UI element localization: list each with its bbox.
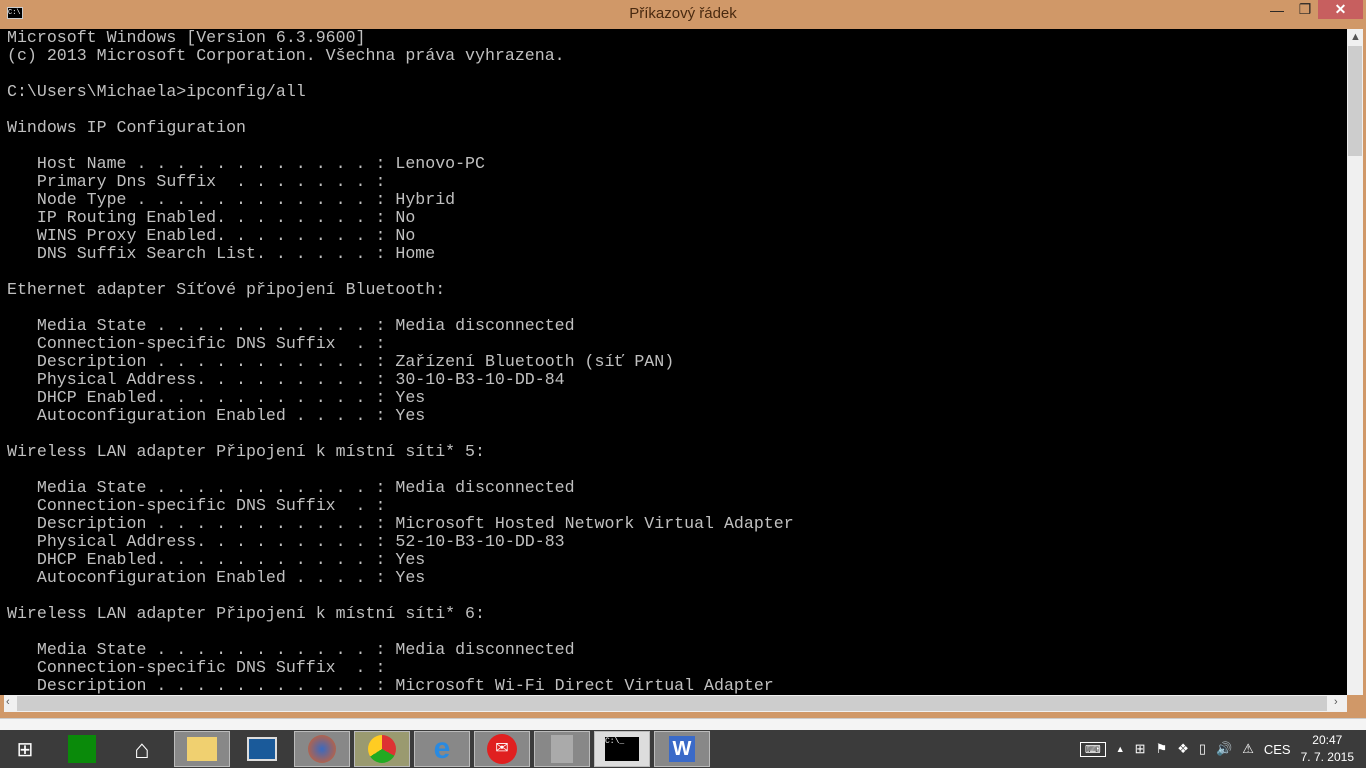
clock[interactable]: 20:47 7. 7. 2015 [1301, 732, 1354, 766]
start-button[interactable]: ⊞ [0, 731, 50, 767]
store-icon [68, 735, 96, 763]
folder-icon [187, 737, 217, 761]
clock-time: 20:47 [1312, 733, 1343, 747]
console-line: Ethernet adapter Síťové připojení Blueto… [7, 280, 446, 299]
horizontal-scroll-thumb[interactable] [17, 696, 1327, 711]
console-line: Description . . . . . . . . . . . : Micr… [7, 514, 794, 533]
network-warning-icon[interactable]: ⚠ [1242, 741, 1254, 757]
system-tray: ⌨ ▲ ⊞ ⚑ ❖ ▯ 🔊 ⚠ CES 20:47 7. 7. 2015 [1079, 730, 1366, 768]
scroll-left-icon[interactable]: ‹ [6, 696, 10, 708]
console-line: Connection-specific DNS Suffix . : [7, 658, 386, 677]
clock-date: 7. 7. 2015 [1300, 750, 1354, 764]
taskbar-lenovo[interactable] [234, 731, 290, 767]
console-line: Description . . . . . . . . . . . : Zaří… [7, 352, 675, 371]
computer-tower-icon [551, 735, 573, 763]
console-line: DHCP Enabled. . . . . . . . . . . : Yes [7, 388, 426, 407]
ie-icon: e [433, 732, 451, 765]
title-bar[interactable]: C:\ Příkazový řádek — ❐ ✕ [0, 0, 1366, 28]
taskbar-command-prompt[interactable]: C:\_ [594, 731, 650, 767]
scroll-up-icon[interactable]: ▲ [1350, 31, 1361, 43]
dropbox-icon[interactable]: ❖ [1177, 741, 1189, 757]
volume-icon[interactable]: 🔊 [1216, 741, 1232, 757]
vertical-scroll-thumb[interactable] [1348, 46, 1362, 156]
console-line: Media State . . . . . . . . . . . : Medi… [7, 316, 575, 335]
horizontal-scrollbar[interactable]: ‹ › [4, 695, 1347, 712]
console-line: Windows IP Configuration [7, 118, 246, 137]
firefox-icon [308, 735, 336, 763]
console-line: Connection-specific DNS Suffix . : [7, 334, 386, 353]
console-line: Description . . . . . . . . . . . : Micr… [7, 676, 774, 695]
console-line: Wireless LAN adapter Připojení k místní … [7, 604, 485, 623]
command-prompt-window: C:\ Příkazový řádek — ❐ ✕ Microsoft Wind… [0, 0, 1366, 718]
windows-icon[interactable]: ⊞ [1135, 741, 1146, 757]
cmd-icon: C:\_ [605, 737, 639, 761]
taskbar-file-explorer[interactable] [174, 731, 230, 767]
vertical-scrollbar[interactable]: ▲ [1347, 29, 1363, 695]
console-line: Primary Dns Suffix . . . . . . . : [7, 172, 386, 191]
minimize-button[interactable]: — [1262, 0, 1292, 19]
console-line: DHCP Enabled. . . . . . . . . . . : Yes [7, 550, 426, 569]
word-icon: W [669, 736, 695, 762]
taskbar-word[interactable]: W [654, 731, 710, 767]
console-line: (c) 2013 Microsoft Corporation. Všechna … [7, 46, 565, 65]
taskbar-internet-explorer[interactable]: e [414, 731, 470, 767]
console-line: Connection-specific DNS Suffix . : [7, 496, 386, 515]
window-title: Příkazový řádek [629, 5, 737, 22]
console-line: IP Routing Enabled. . . . . . . . : No [7, 208, 416, 227]
console-line: Physical Address. . . . . . . . . : 30-1… [7, 370, 565, 389]
maximize-button[interactable]: ❐ [1290, 0, 1320, 19]
console-line: Node Type . . . . . . . . . . . . : Hybr… [7, 190, 456, 209]
taskbar-device-manager[interactable] [534, 731, 590, 767]
taskbar-home[interactable]: ⌂ [114, 731, 170, 767]
scroll-right-icon[interactable]: › [1334, 696, 1338, 708]
background-window [0, 718, 1366, 730]
console-line: Host Name . . . . . . . . . . . . : Leno… [7, 154, 485, 173]
taskbar-chrome[interactable] [354, 731, 410, 767]
battery-icon[interactable]: ▯ [1199, 741, 1206, 757]
taskbar-store[interactable] [54, 731, 110, 767]
console-line: Microsoft Windows [Version 6.3.9600] [7, 29, 366, 47]
home-icon: ⌂ [134, 733, 150, 764]
console-line: DNS Suffix Search List. . . . . . : Home [7, 244, 436, 263]
mail-icon: ✉ [487, 734, 517, 764]
console-line: C:\Users\Michaela>ipconfig/all [7, 82, 306, 101]
console-output[interactable]: Microsoft Windows [Version 6.3.9600] (c) … [0, 29, 1347, 695]
console-line: Autoconfiguration Enabled . . . . : Yes [7, 406, 426, 425]
taskbar-mail[interactable]: ✉ [474, 731, 530, 767]
input-language[interactable]: CES [1264, 742, 1291, 757]
touch-keyboard-icon[interactable]: ⌨ [1079, 741, 1106, 757]
action-center-flag-icon[interactable]: ⚑ [1156, 741, 1168, 757]
lenovo-monitor-icon [247, 737, 277, 761]
chrome-icon [368, 735, 396, 763]
show-hidden-icons-icon[interactable]: ▲ [1116, 744, 1125, 754]
console-line: WINS Proxy Enabled. . . . . . . . : No [7, 226, 416, 245]
console-line: Media State . . . . . . . . . . . : Medi… [7, 478, 575, 497]
console-line: Autoconfiguration Enabled . . . . : Yes [7, 568, 426, 587]
close-button[interactable]: ✕ [1318, 0, 1363, 19]
console-line: Physical Address. . . . . . . . . : 52-1… [7, 532, 565, 551]
console-line: Wireless LAN adapter Připojení k místní … [7, 442, 485, 461]
taskbar-firefox[interactable] [294, 731, 350, 767]
console-line: Media State . . . . . . . . . . . : Medi… [7, 640, 575, 659]
